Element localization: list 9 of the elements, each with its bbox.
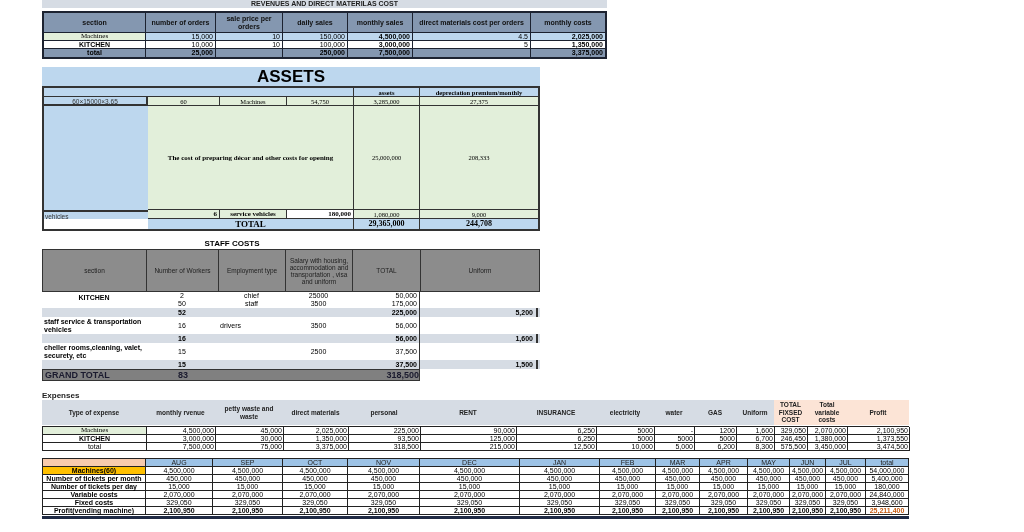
- table-cell-text: GRAND TOTAL: [44, 370, 111, 381]
- table-title: STAFF COSTS: [203, 239, 261, 249]
- table-cell-text: 83: [177, 370, 189, 381]
- table-title: ASSETS: [256, 67, 326, 86]
- table-cell: 29,365,000: [354, 219, 420, 229]
- table-cell: TOTAL: [148, 219, 354, 229]
- section-title: Expenses: [42, 391, 81, 400]
- table-cell-text: 244,708: [465, 219, 493, 229]
- table-cell-text: 318,500: [385, 370, 420, 381]
